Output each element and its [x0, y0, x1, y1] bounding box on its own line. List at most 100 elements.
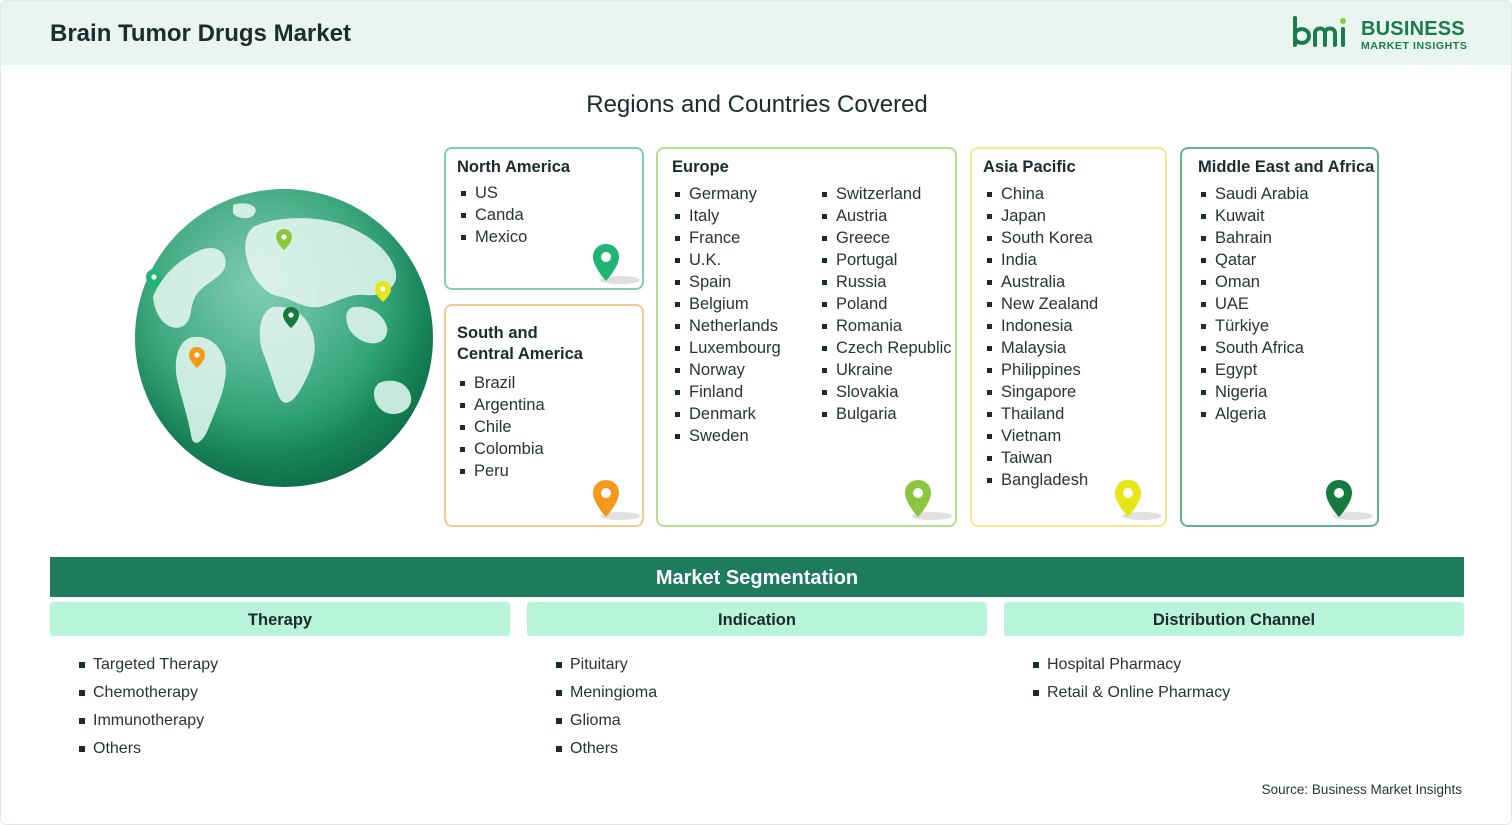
brand-logo: BUSINESS MARKET INSIGHTS [1291, 15, 1471, 55]
list-item: New Zealand [985, 293, 1098, 315]
segment-header-indication: Indication [527, 602, 987, 636]
list-item: Türkiye [1199, 315, 1309, 337]
region-card-middle-east-africa: Middle East and Africa Saudi Arabia Kuwa… [1180, 147, 1379, 527]
map-pin-icon [1115, 480, 1162, 520]
list-item: Singapore [985, 381, 1098, 403]
list-item: Others [556, 737, 657, 765]
list-item: South Africa [1199, 337, 1309, 359]
list-item: Luxembourg [673, 337, 781, 359]
segment-header-distribution-channel: Distribution Channel [1004, 602, 1464, 636]
list-item: Oman [1199, 271, 1309, 293]
list-item: Pituitary [556, 653, 657, 681]
list-item: Peru [458, 460, 545, 482]
bmi-logo-icon [1293, 16, 1346, 47]
segment-list-therapy: Targeted Therapy Chemotherapy Immunother… [79, 653, 218, 765]
list-item: Argentina [458, 394, 545, 416]
list-item: Sweden [673, 425, 781, 447]
list-item: Chile [458, 416, 545, 438]
region-name: North America [457, 158, 571, 176]
list-item: Chemotherapy [79, 681, 218, 709]
list-item: Poland [820, 293, 952, 315]
country-list: China Japan South Korea India Australia … [985, 183, 1098, 491]
globe-illustration [133, 187, 435, 489]
list-item: Russia [820, 271, 952, 293]
list-item: Brazil [458, 372, 545, 394]
region-card-asia-pacific: Asia Pacific China Japan South Korea Ind… [970, 147, 1167, 527]
list-item: UAE [1199, 293, 1309, 315]
list-item: Bulgaria [820, 403, 952, 425]
list-item: US [459, 182, 527, 204]
list-item: Finland [673, 381, 781, 403]
region-card-south-central-america: South and Central America Brazil Argenti… [444, 304, 644, 527]
segment-header-therapy: Therapy [50, 602, 510, 636]
list-item: China [985, 183, 1098, 205]
list-item: Greece [820, 227, 952, 249]
list-item: Slovakia [820, 381, 952, 403]
region-name: Middle East and Africa [1198, 158, 1375, 176]
header-bar: Brain Tumor Drugs Market BUSINESS MARKET… [1, 1, 1511, 65]
list-item: Norway [673, 359, 781, 381]
map-pin-icon [1326, 480, 1373, 520]
list-item: Ukraine [820, 359, 952, 381]
list-item: Spain [673, 271, 781, 293]
map-pin-icon [593, 244, 640, 284]
infographic-frame: Brain Tumor Drugs Market BUSINESS MARKET… [0, 0, 1512, 825]
list-item: Targeted Therapy [79, 653, 218, 681]
list-item: Switzerland [820, 183, 952, 205]
country-list: Brazil Argentina Chile Colombia Peru [458, 372, 545, 482]
country-list-col-1: Germany Italy France U.K. Spain Belgium … [673, 183, 781, 447]
list-item: Retail & Online Pharmacy [1033, 681, 1230, 709]
list-item: Denmark [673, 403, 781, 425]
list-item: Qatar [1199, 249, 1309, 271]
list-item: Portugal [820, 249, 952, 271]
region-name-line-1: South and [457, 324, 538, 342]
globe-icon [135, 189, 433, 487]
list-item: Egypt [1199, 359, 1309, 381]
list-item: Austria [820, 205, 952, 227]
segment-list-indication: Pituitary Meningioma Glioma Others [556, 653, 657, 765]
region-card-north-america: North America US Canda Mexico [444, 147, 644, 290]
page-title: Brain Tumor Drugs Market [50, 20, 351, 47]
list-item: Immunotherapy [79, 709, 218, 737]
list-item: Others [79, 737, 218, 765]
list-item: Kuwait [1199, 205, 1309, 227]
logo-line-1: BUSINESS [1361, 18, 1465, 40]
list-item: Malaysia [985, 337, 1098, 359]
list-item: Canda [459, 204, 527, 226]
list-item: Thailand [985, 403, 1098, 425]
list-item: Vietnam [985, 425, 1098, 447]
region-card-europe: Europe Germany Italy France U.K. Spain B… [656, 147, 957, 527]
list-item: Germany [673, 183, 781, 205]
list-item: Australia [985, 271, 1098, 293]
list-item: Bangladesh [985, 469, 1098, 491]
list-item: Glioma [556, 709, 657, 737]
list-item: Algeria [1199, 403, 1309, 425]
source-note: Source: Business Market Insights [1261, 782, 1462, 797]
list-item: Romania [820, 315, 952, 337]
list-item: Bahrain [1199, 227, 1309, 249]
list-item: Mexico [459, 226, 527, 248]
map-pin-icon [905, 480, 952, 520]
region-name: Europe [672, 158, 729, 176]
list-item: Netherlands [673, 315, 781, 337]
list-item: Hospital Pharmacy [1033, 653, 1230, 681]
region-name-line-2: Central America [457, 345, 583, 363]
list-item: India [985, 249, 1098, 271]
list-item: Taiwan [985, 447, 1098, 469]
country-list: Saudi Arabia Kuwait Bahrain Qatar Oman U… [1199, 183, 1309, 425]
list-item: Meningioma [556, 681, 657, 709]
list-item: Philippines [985, 359, 1098, 381]
list-item: Czech Republic [820, 337, 952, 359]
country-list-col-2: Switzerland Austria Greece Portugal Russ… [820, 183, 952, 425]
list-item: France [673, 227, 781, 249]
list-item: Italy [673, 205, 781, 227]
regions-title: Regions and Countries Covered [586, 91, 928, 118]
segmentation-title-bar: Market Segmentation [50, 557, 1464, 597]
region-name: South and Central America [457, 323, 583, 365]
map-pin-icon [593, 480, 640, 520]
list-item: Indonesia [985, 315, 1098, 337]
region-name: Asia Pacific [983, 158, 1076, 176]
segment-list-distribution-channel: Hospital Pharmacy Retail & Online Pharma… [1033, 653, 1230, 709]
list-item: Saudi Arabia [1199, 183, 1309, 205]
country-list: US Canda Mexico [459, 182, 527, 248]
